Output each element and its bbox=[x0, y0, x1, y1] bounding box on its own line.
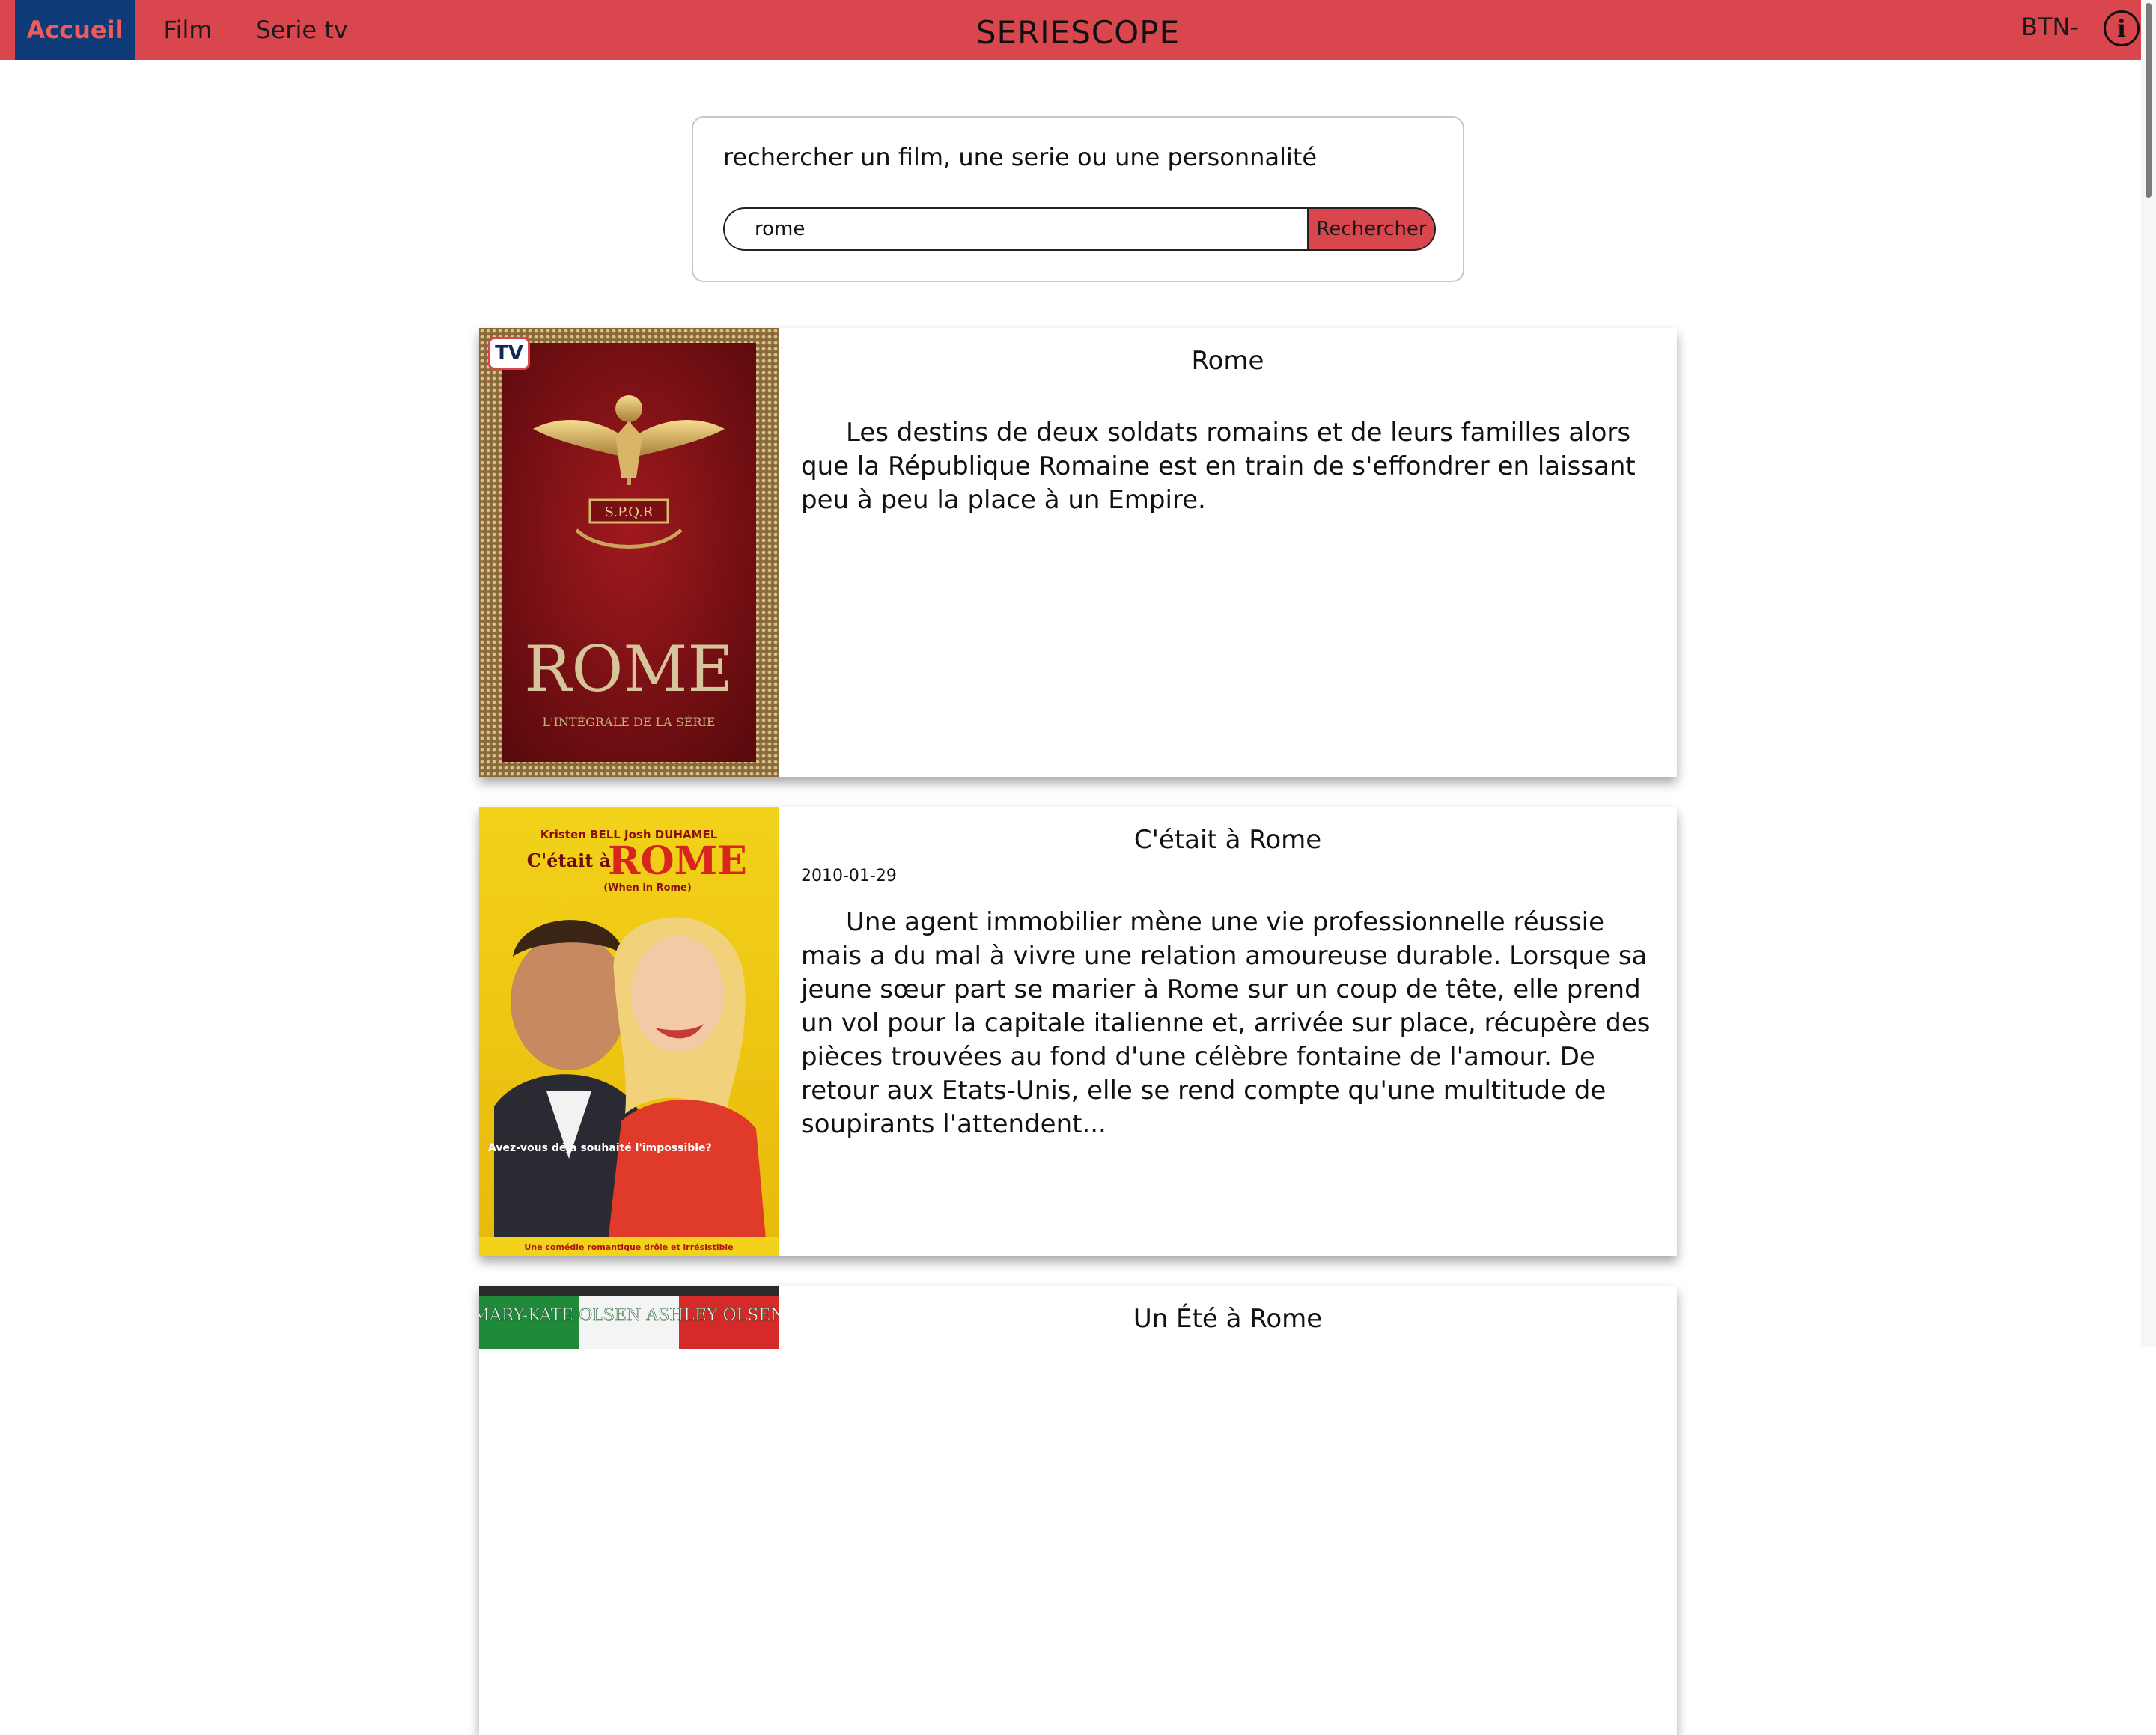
poster-actors-text: MARY-KATE OLSEN ASHLEY OLSEN bbox=[479, 1306, 779, 1325]
result-date: 2010-01-29 bbox=[801, 867, 897, 885]
un-ete-a-rome-poster-art: MARY-KATE OLSEN ASHLEY OLSEN bbox=[479, 1286, 779, 1735]
result-card[interactable]: Kristen BELL Josh DUHAMEL C'était à ROME… bbox=[479, 807, 1677, 1256]
scrollbar-thumb[interactable] bbox=[2146, 3, 2152, 198]
site-brand[interactable]: SERIESCOPE bbox=[928, 0, 1228, 64]
when-in-rome-poster-art: Kristen BELL Josh DUHAMEL C'était à ROME… bbox=[479, 807, 779, 1256]
rome-poster-art: S.P.Q.R ROME L'INTÉGRALE DE LA SÉRIE bbox=[479, 328, 779, 777]
poster-title-small: C'était à bbox=[527, 850, 611, 871]
poster-title-text: ROME bbox=[608, 838, 747, 884]
result-description: Une agent immobilier mène une vie profes… bbox=[801, 907, 1651, 1139]
poster-image[interactable]: Kristen BELL Josh DUHAMEL C'était à ROME… bbox=[479, 807, 779, 1256]
page-scrollbar[interactable] bbox=[2141, 0, 2156, 1347]
poster-title-text: ROME bbox=[524, 632, 733, 706]
result-title[interactable]: Rome bbox=[801, 346, 1654, 376]
nav-film[interactable]: Film bbox=[150, 0, 226, 60]
poster-footer: Une comédie romantique drôle et irrésist… bbox=[524, 1242, 733, 1252]
poster-subtitle-text: (When in Rome) bbox=[603, 882, 692, 894]
poster-tagline: Avez-vous déjà souhaité l'impossible? bbox=[488, 1142, 712, 1154]
nav-home[interactable]: Accueil bbox=[15, 0, 135, 60]
result-title[interactable]: C'était à Rome bbox=[801, 825, 1654, 855]
result-title[interactable]: Un Été à Rome bbox=[801, 1304, 1654, 1334]
top-navbar: Accueil Film Serie tv SERIESCOPE BTN- i bbox=[0, 0, 2141, 60]
result-card[interactable]: S.P.Q.R ROME L'INTÉGRALE DE LA SÉRIE TV … bbox=[479, 328, 1677, 777]
search-title: rechercher un film, une serie ou une per… bbox=[723, 143, 1318, 171]
result-card[interactable]: MARY-KATE OLSEN ASHLEY OLSEN Un Été à Ro… bbox=[479, 1286, 1677, 1735]
btn-label[interactable]: BTN- bbox=[2021, 0, 2079, 54]
nav-serie-tv[interactable]: Serie tv bbox=[247, 0, 356, 60]
tv-badge: TV bbox=[488, 337, 530, 370]
search-button[interactable]: Rechercher bbox=[1307, 207, 1436, 251]
search-input[interactable] bbox=[723, 207, 1307, 251]
search-panel: rechercher un film, une serie ou une per… bbox=[692, 116, 1464, 282]
info-icon[interactable]: i bbox=[2104, 10, 2140, 46]
result-description: Les destins de deux soldats romains et d… bbox=[801, 418, 1636, 515]
poster-image[interactable]: MARY-KATE OLSEN ASHLEY OLSEN bbox=[479, 1286, 779, 1735]
poster-subtitle-text: L'INTÉGRALE DE LA SÉRIE bbox=[542, 714, 715, 729]
poster-seal-text: S.P.Q.R bbox=[605, 504, 654, 520]
poster-image[interactable]: S.P.Q.R ROME L'INTÉGRALE DE LA SÉRIE TV bbox=[479, 328, 779, 777]
